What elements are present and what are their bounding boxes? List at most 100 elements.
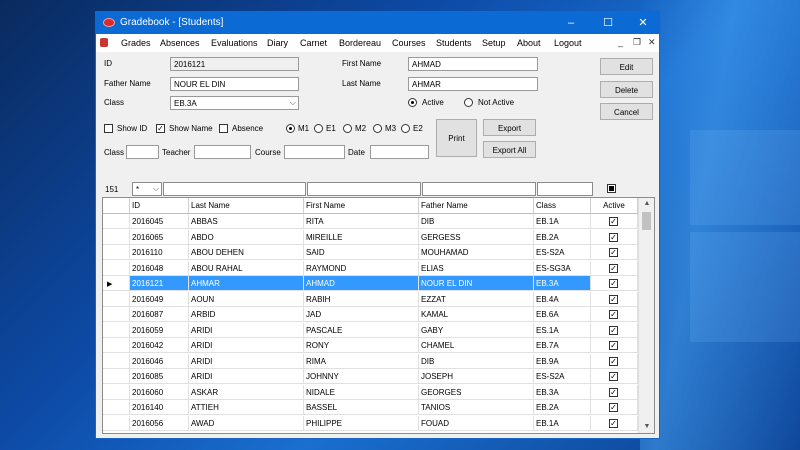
menu-evaluations[interactable]: Evaluations — [211, 38, 258, 48]
cell-first-name[interactable]: SAID — [304, 245, 419, 260]
filter-date-field[interactable] — [370, 145, 429, 159]
cell-active[interactable]: ✓ — [591, 400, 638, 415]
m1-radio[interactable] — [286, 124, 295, 133]
menu-bordereau[interactable]: Bordereau — [339, 38, 381, 48]
row-header[interactable]: ▶ — [103, 276, 130, 291]
cell-last-name[interactable]: ABOU DEHEN — [189, 245, 304, 260]
filter-class-field[interactable] — [126, 145, 159, 159]
cell-class[interactable]: EB.9A — [534, 353, 591, 369]
cell-id[interactable]: 2016121 — [130, 276, 189, 291]
cell-active[interactable]: ✓ — [591, 307, 638, 322]
active-checkbox[interactable]: ✓ — [609, 310, 618, 319]
print-button[interactable]: Print — [436, 119, 477, 157]
filter-active-toggle[interactable] — [607, 184, 616, 193]
cell-last-name[interactable]: ABBAS — [189, 214, 304, 229]
cell-first-name[interactable]: PASCALE — [304, 322, 419, 338]
filter-first-name-field[interactable] — [307, 182, 421, 196]
cell-active[interactable]: ✓ — [591, 291, 638, 307]
last-name-field[interactable]: AHMAR — [408, 77, 538, 91]
active-checkbox[interactable]: ✓ — [609, 356, 618, 366]
export-all-button[interactable]: Export All — [483, 141, 536, 158]
mdi-close-button[interactable]: ✕ — [648, 37, 656, 48]
scroll-down-icon[interactable]: ▼ — [639, 421, 654, 433]
active-checkbox[interactable]: ✓ — [609, 418, 618, 428]
cell-last-name[interactable]: ARIDI — [189, 322, 304, 338]
cell-class[interactable]: EB.3A — [534, 276, 591, 291]
table-row[interactable]: 2016042 ARIDI RONY CHAMEL EB.7A ✓ — [103, 338, 638, 353]
filter-father-name-field[interactable] — [422, 182, 536, 196]
cell-class[interactable]: ES-SG3A — [534, 260, 591, 276]
table-row[interactable]: ▶ 2016121 AHMAR AHMAD NOUR EL DIN EB.3A ✓ — [103, 276, 638, 291]
active-checkbox[interactable]: ✓ — [609, 403, 618, 412]
edit-button[interactable]: Edit — [600, 58, 653, 75]
cell-class[interactable]: EB.1A — [534, 214, 591, 229]
active-checkbox[interactable]: ✓ — [609, 387, 618, 397]
active-checkbox[interactable]: ✓ — [609, 263, 618, 273]
cell-father-name[interactable]: GABY — [419, 322, 534, 338]
active-checkbox[interactable]: ✓ — [609, 325, 618, 335]
active-checkbox[interactable]: ✓ — [609, 217, 618, 226]
filter-last-name-field[interactable] — [163, 182, 306, 196]
vertical-scrollbar[interactable]: ▲ ▼ — [638, 198, 654, 433]
cell-last-name[interactable]: ARBID — [189, 307, 304, 322]
cell-father-name[interactable]: FOUAD — [419, 415, 534, 431]
row-header[interactable] — [103, 338, 130, 353]
cell-class[interactable]: ES-S2A — [534, 369, 591, 384]
active-checkbox[interactable]: ✓ — [609, 341, 618, 350]
menu-grades[interactable]: Grades — [121, 38, 151, 48]
row-header[interactable] — [103, 369, 130, 384]
cell-id[interactable]: 2016085 — [130, 369, 189, 384]
row-header[interactable] — [103, 307, 130, 322]
table-row[interactable]: 2016049 AOUN RABIH EZZAT EB.4A ✓ — [103, 291, 638, 307]
row-header[interactable] — [103, 291, 130, 307]
cell-active[interactable]: ✓ — [591, 245, 638, 260]
minimize-button[interactable]: – — [556, 14, 586, 32]
table-row[interactable]: 2016048 ABOU RAHAL RAYMOND ELIAS ES-SG3A ✓ — [103, 260, 638, 276]
filter-course-field[interactable] — [284, 145, 345, 159]
cell-first-name[interactable]: JOHNNY — [304, 369, 419, 384]
cell-last-name[interactable]: ASKAR — [189, 384, 304, 400]
m3-radio[interactable] — [373, 124, 382, 133]
cell-id[interactable]: 2016042 — [130, 338, 189, 353]
active-checkbox[interactable]: ✓ — [609, 294, 618, 304]
cell-last-name[interactable]: ARIDI — [189, 353, 304, 369]
row-header[interactable] — [103, 384, 130, 400]
table-row[interactable]: 2016087 ARBID JAD KAMAL EB.6A ✓ — [103, 307, 638, 322]
table-row[interactable]: 2016085 ARIDI JOHNNY JOSEPH ES-S2A ✓ — [103, 369, 638, 384]
cell-first-name[interactable]: NIDALE — [304, 384, 419, 400]
scroll-thumb[interactable] — [642, 212, 651, 230]
menu-about[interactable]: About — [517, 38, 541, 48]
father-name-field[interactable]: NOUR EL DIN — [170, 77, 299, 91]
menu-carnet[interactable]: Carnet — [300, 38, 327, 48]
scroll-up-icon[interactable]: ▲ — [639, 198, 654, 210]
col-class[interactable]: Class — [534, 198, 591, 214]
table-row[interactable]: 2016059 ARIDI PASCALE GABY ES.1A ✓ — [103, 322, 638, 338]
title-bar[interactable]: Gradebook - [Students] – ☐ ✕ — [96, 12, 659, 34]
cell-first-name[interactable]: AHMAD — [304, 276, 419, 291]
cell-first-name[interactable]: RONY — [304, 338, 419, 353]
chevron-down-icon[interactable]: ⌵ — [153, 184, 159, 194]
chevron-down-icon[interactable]: ⌵ — [290, 98, 296, 108]
cell-father-name[interactable]: DIB — [419, 353, 534, 369]
table-row[interactable]: 2016065 ABDO MIREILLE GERGESS EB.2A ✓ — [103, 229, 638, 245]
table-row[interactable]: 2016056 AWAD PHILIPPE FOUAD EB.1A ✓ — [103, 415, 638, 431]
active-checkbox[interactable]: ✓ — [609, 248, 618, 257]
filter-id-combo[interactable]: * ⌵ — [132, 182, 162, 196]
col-last-name[interactable]: Last Name — [189, 198, 304, 214]
cell-class[interactable]: EB.3A — [534, 384, 591, 400]
cell-id[interactable]: 2016060 — [130, 384, 189, 400]
menu-absences[interactable]: Absences — [160, 38, 200, 48]
cell-active[interactable]: ✓ — [591, 415, 638, 431]
col-active[interactable]: Active — [591, 198, 638, 214]
cell-class[interactable]: EB.7A — [534, 338, 591, 353]
cell-class[interactable]: EB.4A — [534, 291, 591, 307]
cell-class[interactable]: EB.1A — [534, 415, 591, 431]
cell-active[interactable]: ✓ — [591, 353, 638, 369]
cell-active[interactable]: ✓ — [591, 229, 638, 245]
table-row[interactable]: 2016060 ASKAR NIDALE GEORGES EB.3A ✓ — [103, 384, 638, 400]
col-father-name[interactable]: Father Name — [419, 198, 534, 214]
cell-father-name[interactable]: JOSEPH — [419, 369, 534, 384]
cell-active[interactable]: ✓ — [591, 276, 638, 291]
mdi-child-icon[interactable] — [100, 38, 108, 47]
cell-id[interactable]: 2016059 — [130, 322, 189, 338]
